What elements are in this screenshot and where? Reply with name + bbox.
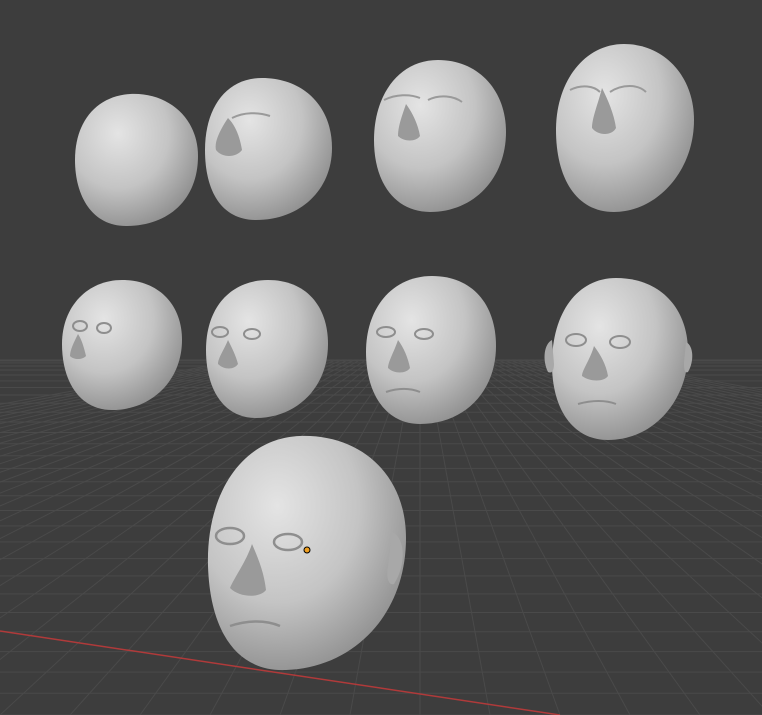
- object-origin-icon: [303, 546, 311, 554]
- head-stage-5[interactable]: [62, 280, 182, 410]
- head-stage-4[interactable]: [556, 44, 694, 212]
- head-stage-1[interactable]: [75, 93, 198, 226]
- head-stage-6[interactable]: [206, 280, 328, 418]
- viewport-canvas: [0, 44, 762, 715]
- head-stage-8[interactable]: [544, 278, 693, 440]
- head-stage-2[interactable]: [205, 78, 332, 220]
- 3d-viewport[interactable]: [0, 0, 762, 715]
- head-stage-9[interactable]: [207, 435, 406, 671]
- head-stage-7[interactable]: [366, 276, 496, 424]
- head-stage-3[interactable]: [374, 60, 506, 212]
